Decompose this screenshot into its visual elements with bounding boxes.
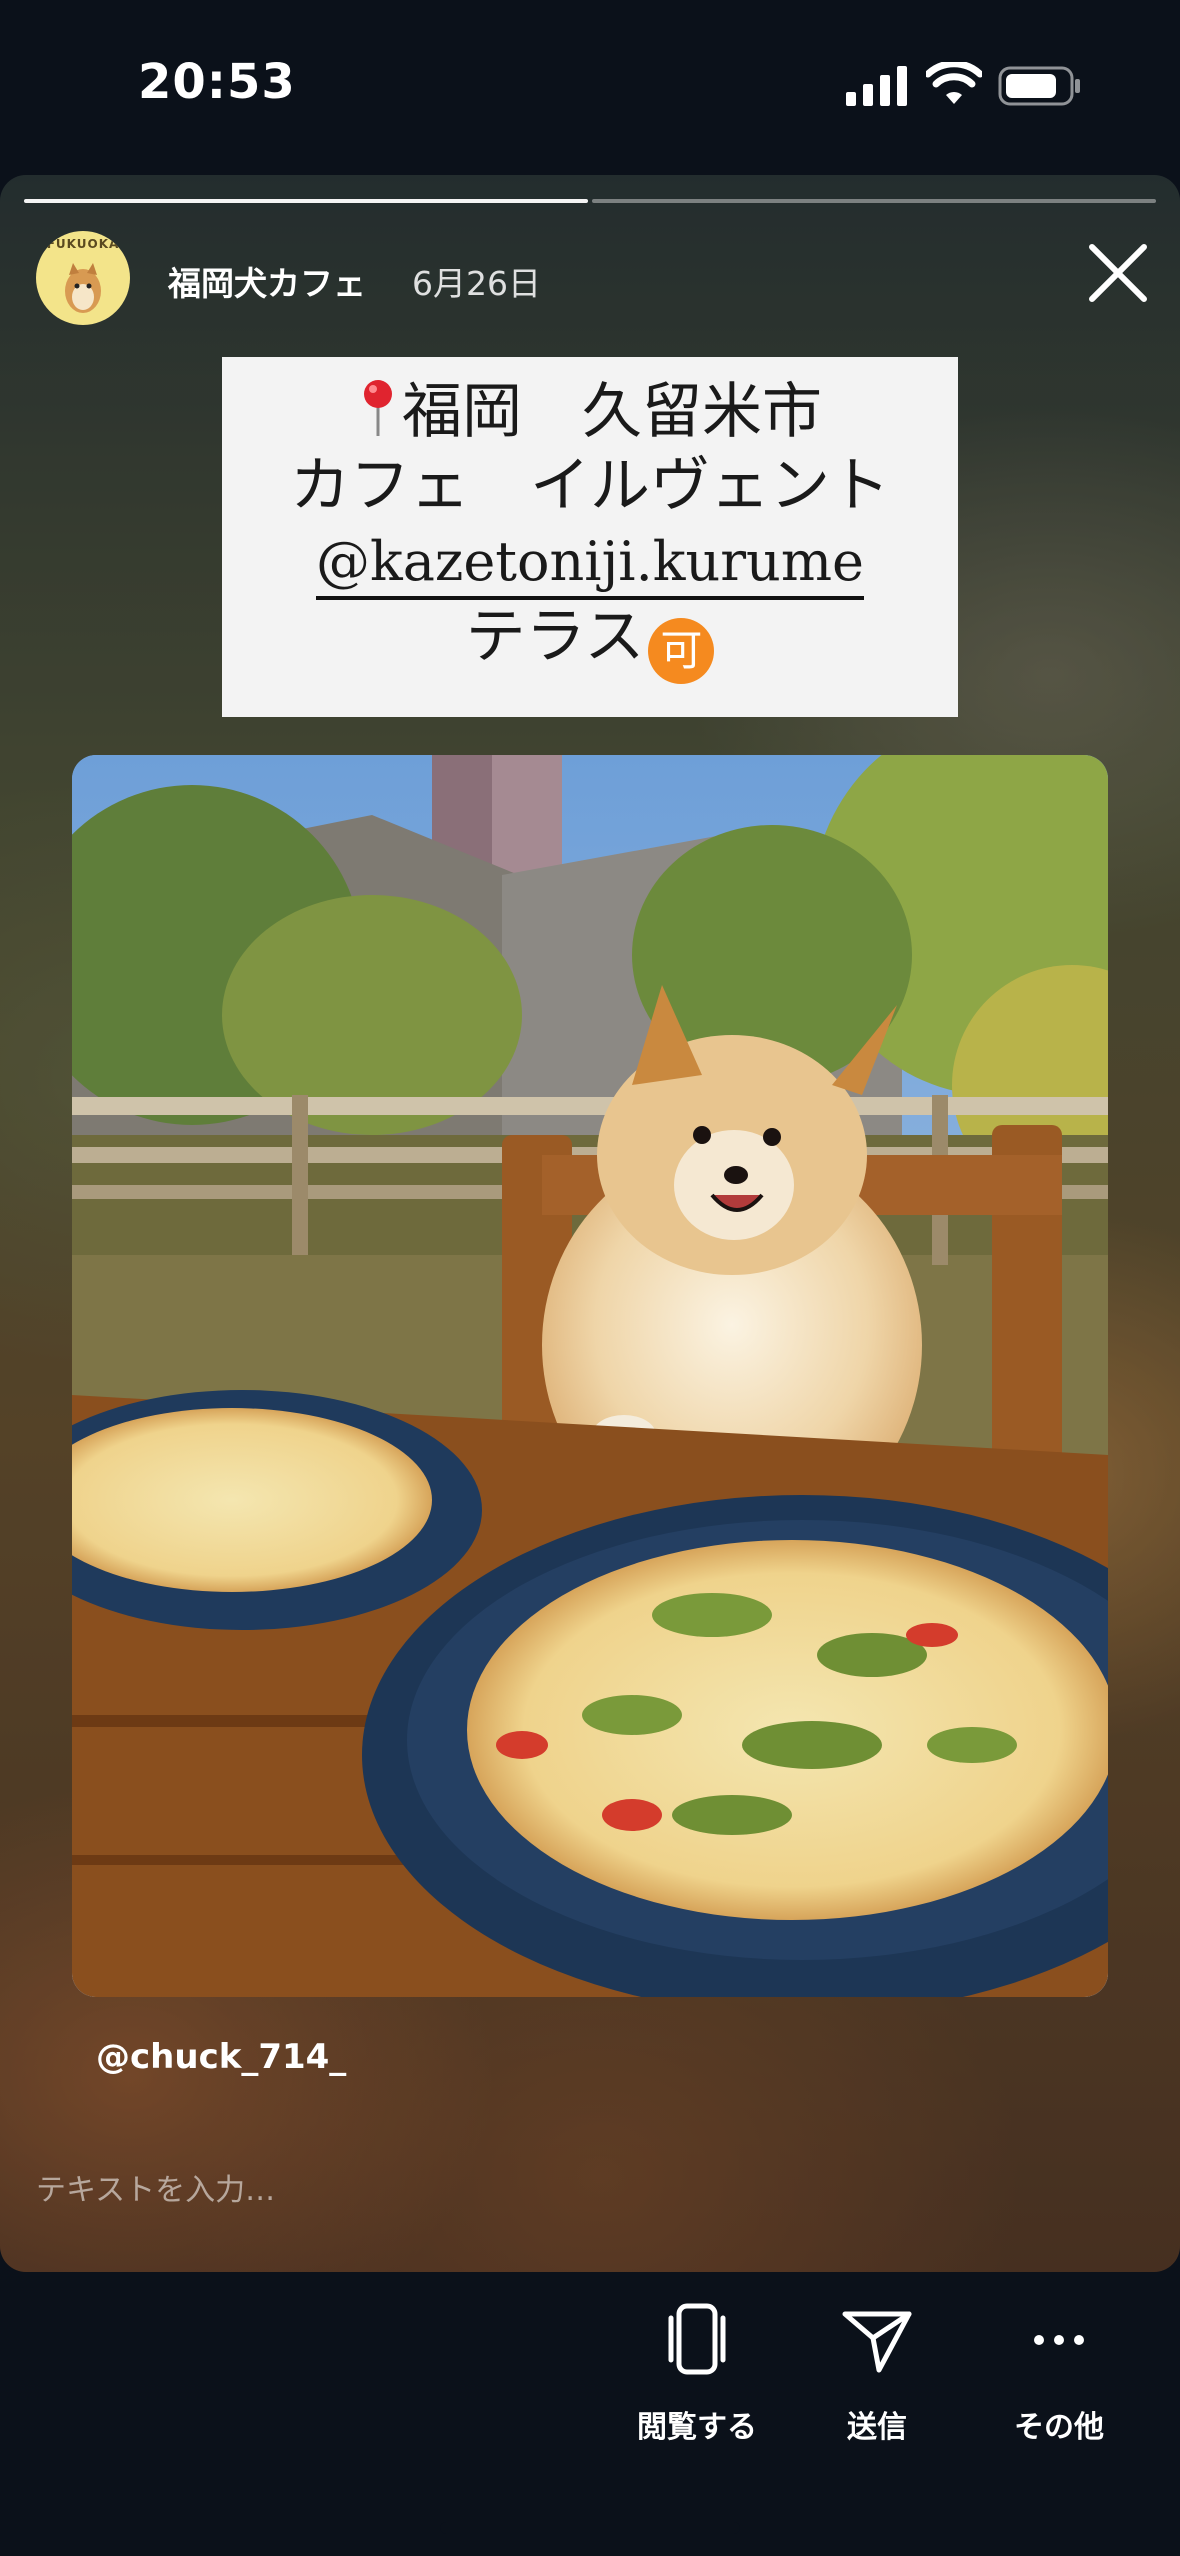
wifi-icon <box>926 62 982 104</box>
more-dots-icon <box>1034 2335 1084 2345</box>
dog-logo-icon <box>65 263 101 313</box>
more-label: その他 <box>1014 2410 1104 2445</box>
caption-location: 福岡 久留米市 <box>402 377 822 447</box>
caption-cafe-name: カフェ イルヴェント <box>290 451 890 521</box>
photo-credit-mention[interactable]: @chuck_714_ <box>96 2037 346 2077</box>
account-avatar[interactable]: FUKUOKA <box>36 231 130 325</box>
progress-segment <box>24 199 588 203</box>
story-card[interactable]: FUKUOKA 福岡犬カフェ 6月26日 福岡 久留米市 カフェ イルヴェント … <box>0 175 1180 2272</box>
caption-handle-mention[interactable]: @kazetoniji.kurume <box>315 530 864 600</box>
battery-icon <box>998 66 1080 106</box>
caption-sticker: 福岡 久留米市 カフェ イルヴェント @kazetoniji.kurume テラ… <box>222 357 958 717</box>
close-icon[interactable] <box>1082 237 1154 309</box>
home-indicator[interactable] <box>440 2522 740 2534</box>
post-date: 6月26日 <box>412 264 541 303</box>
status-time: 20:53 <box>138 54 296 110</box>
progress-segment <box>592 199 1156 203</box>
phone-outline-icon <box>668 2303 726 2375</box>
paper-plane-icon <box>842 2311 912 2373</box>
caption-terrace: テラス <box>465 602 645 672</box>
caption-line: 福岡 久留米市 <box>222 375 958 449</box>
status-bar: 20:53 <box>0 0 1180 170</box>
allowed-badge: 可 <box>648 618 715 684</box>
more-button[interactable]: その他 <box>984 2300 1134 2446</box>
account-name[interactable]: 福岡犬カフェ <box>168 257 366 305</box>
reply-input[interactable]: テキストを入力… <box>36 2165 275 2209</box>
cellular-signal-icon <box>846 66 907 106</box>
view-label: 閲覧する <box>637 2410 757 2445</box>
story-progress-bar <box>24 199 1156 203</box>
location-pin-icon <box>364 380 392 436</box>
send-label: 送信 <box>847 2410 907 2445</box>
caption-terrace-line: テラス可 <box>222 600 958 684</box>
story-photo <box>72 755 1108 1997</box>
send-button[interactable]: 送信 <box>802 2300 952 2446</box>
view-button[interactable]: 閲覧する <box>622 2300 772 2446</box>
caption-handle-line: @kazetoniji.kurume <box>222 523 958 600</box>
